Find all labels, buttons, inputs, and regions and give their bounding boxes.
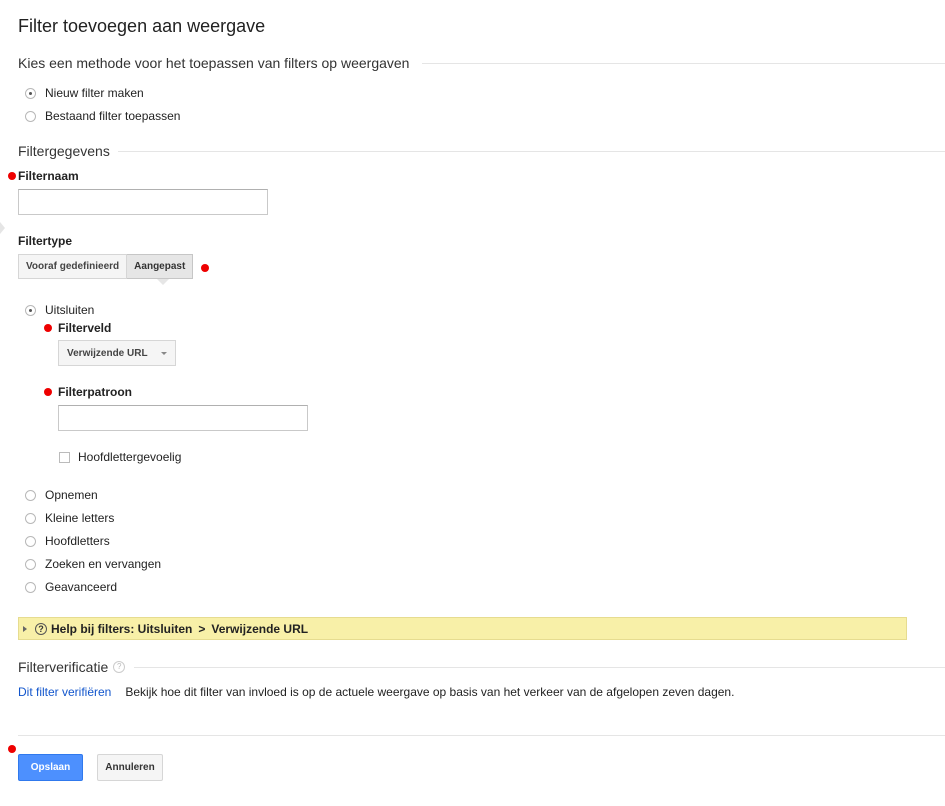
filter-field-dropdown[interactable]: Verwijzende URL: [58, 340, 176, 366]
radio-lowercase-control[interactable]: [25, 512, 36, 524]
details-heading: Filtergegevens: [18, 143, 110, 159]
radio-advanced[interactable]: Geavanceerd: [25, 580, 117, 594]
radio-exclude[interactable]: Uitsluiten: [25, 303, 94, 317]
verification-heading: Filterverificatie: [18, 659, 109, 675]
radio-new-filter[interactable]: Nieuw filter maken: [25, 86, 144, 100]
case-sensitive-label: Hoofdlettergevoelig: [78, 450, 182, 464]
verification-row: Dit filter verifiëren Bekijk hoe dit fil…: [18, 685, 734, 699]
method-divider: [422, 63, 945, 64]
verify-filter-link[interactable]: Dit filter verifiëren: [18, 685, 111, 699]
required-indicator-filter-pattern: [44, 388, 52, 396]
help-prefix: Help bij filters: Uitsluiten: [51, 621, 193, 636]
radio-uppercase-control[interactable]: [25, 535, 36, 547]
save-button[interactable]: Opslaan: [18, 754, 83, 781]
tab-predefined[interactable]: Vooraf gedefinieerd: [18, 254, 128, 279]
radio-advanced-control[interactable]: [25, 581, 36, 593]
filter-type-label: Filtertype: [18, 234, 73, 248]
case-sensitive-checkbox[interactable]: [59, 451, 70, 463]
radio-advanced-label: Geavanceerd: [45, 580, 118, 594]
filter-field-label: Filterveld: [58, 321, 112, 335]
filter-field-value: Verwijzende URL: [67, 347, 148, 359]
chevron-down-icon: [161, 351, 167, 355]
page-title: Filter toevoegen aan weergave: [18, 16, 266, 36]
filter-pattern-input[interactable]: [58, 405, 308, 431]
radio-new-filter-control[interactable]: [25, 87, 36, 99]
cancel-button[interactable]: Annuleren: [97, 754, 163, 781]
required-indicator-save: [8, 745, 16, 753]
help-separator: >: [198, 621, 206, 636]
verification-heading-row: Filterverificatie ?: [18, 659, 126, 675]
footer-divider: [18, 735, 945, 736]
required-indicator-filter-type: [201, 264, 209, 272]
filter-pattern-label: Filterpatroon: [58, 385, 132, 399]
radio-include-label: Opnemen: [45, 488, 98, 502]
radio-lowercase[interactable]: Kleine letters: [25, 511, 114, 525]
case-sensitive-option[interactable]: Hoofdlettergevoelig: [59, 450, 181, 464]
required-indicator-filter-field: [44, 324, 52, 332]
radio-include[interactable]: Opnemen: [25, 488, 98, 502]
radio-new-filter-label: Nieuw filter maken: [45, 86, 144, 100]
required-indicator-filter-name: [8, 172, 16, 180]
help-icon: ?: [35, 622, 47, 635]
help-suffix: Verwijzende URL: [211, 621, 309, 636]
verification-divider: [134, 667, 945, 668]
radio-existing-filter-control[interactable]: [25, 110, 36, 122]
method-heading: Kies een methode voor het toepassen van …: [18, 55, 410, 71]
radio-search-replace-label: Zoeken en vervangen: [45, 557, 162, 571]
details-divider: [118, 151, 945, 152]
radio-search-replace-control[interactable]: [25, 558, 36, 570]
tab-custom-caret: [157, 279, 169, 285]
verification-description: Bekijk hoe dit filter van invloed is op …: [125, 685, 735, 699]
radio-uppercase[interactable]: Hoofdletters: [25, 534, 110, 548]
radio-uppercase-label: Hoofdletters: [45, 534, 110, 548]
radio-exclude-label: Uitsluiten: [45, 303, 95, 317]
filter-type-tabs: Vooraf gedefinieerd Aangepast: [18, 254, 194, 279]
tab-custom[interactable]: Aangepast: [127, 254, 194, 279]
filter-name-input[interactable]: [18, 189, 268, 215]
filter-help-bar[interactable]: ? Help bij filters: Uitsluiten > Verwijz…: [18, 617, 907, 640]
radio-include-control[interactable]: [25, 489, 36, 501]
radio-existing-filter-label: Bestaand filter toepassen: [45, 109, 181, 123]
side-notch-decoration: [0, 222, 5, 234]
radio-exclude-control[interactable]: [25, 304, 36, 316]
radio-lowercase-label: Kleine letters: [45, 511, 115, 525]
expand-triangle-icon: [23, 625, 27, 632]
radio-existing-filter[interactable]: Bestaand filter toepassen: [25, 109, 180, 123]
question-icon[interactable]: ?: [113, 661, 126, 673]
radio-search-replace[interactable]: Zoeken en vervangen: [25, 557, 161, 571]
filter-name-label: Filternaam: [18, 169, 79, 183]
